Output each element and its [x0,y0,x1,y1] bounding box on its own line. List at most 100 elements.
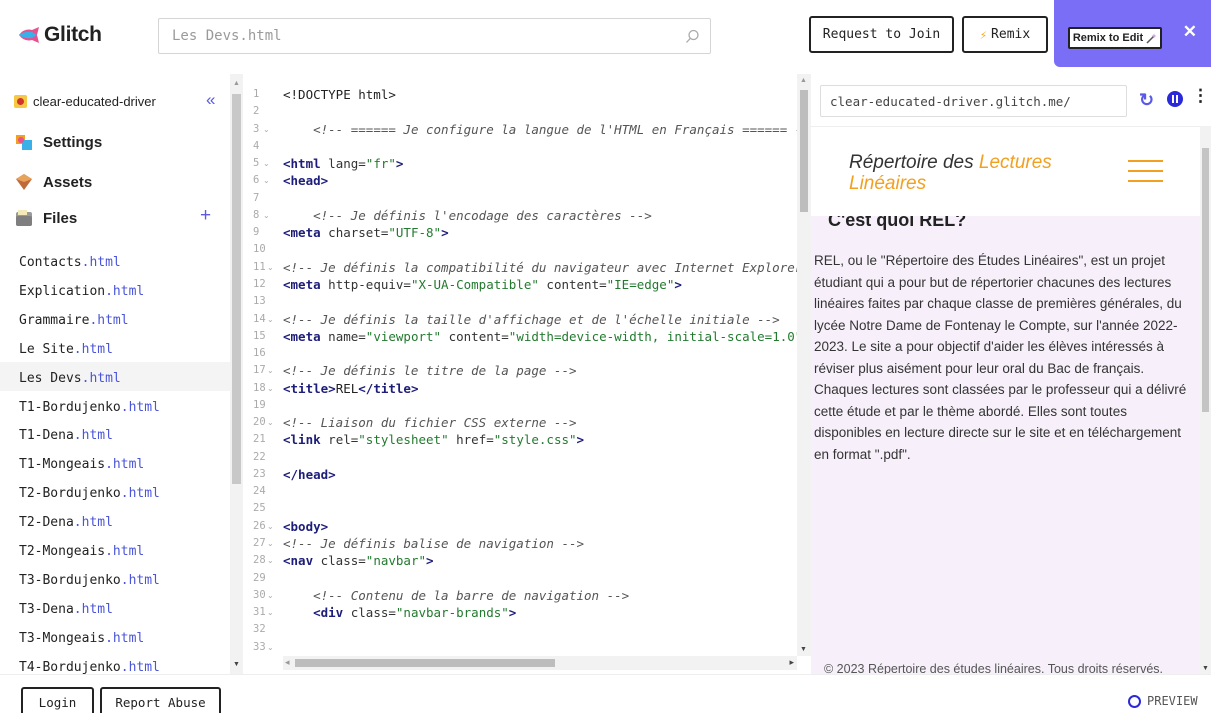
scroll-down-icon[interactable]: ▼ [800,646,807,653]
file-item[interactable]: Le Site.html [19,335,113,364]
request-to-join-button[interactable]: Request to Join [809,16,954,53]
code-text: <!-- Je définis balise de navigation --> [283,535,584,552]
editor-scroll-thumb[interactable] [800,90,808,212]
file-item[interactable]: T2-Dena.html [19,508,113,537]
file-name: Le Site [19,341,74,357]
scroll-right-icon[interactable]: ▸ [789,657,794,668]
preview-url-field[interactable]: clear-educated-driver.glitch.me/ [820,85,1127,117]
fold-toggle-icon[interactable]: ⌄ [267,535,274,552]
login-button[interactable]: Login [21,687,94,713]
scroll-up-icon[interactable]: ▲ [800,77,807,84]
preview-scroll-thumb[interactable] [1202,148,1209,412]
sidebar-scroll-thumb[interactable] [232,94,241,484]
refresh-icon[interactable]: ↻ [1139,90,1154,111]
assets-label: Assets [43,173,93,191]
add-file-icon[interactable]: + [200,205,211,227]
preview-toggle[interactable]: PREVIEW [1128,694,1198,708]
file-item[interactable]: T3-Bordujenko.html [19,566,160,595]
file-name: T1-Mongeais [19,457,106,473]
code-token: <!-- Je définis balise de navigation --> [283,536,585,552]
line-number: 13 [253,295,266,308]
file-item[interactable]: Explication.html [19,277,144,306]
fold-toggle-icon[interactable]: ⌄ [267,518,274,535]
pause-icon[interactable] [1167,91,1183,107]
files-icon [16,210,32,226]
code-text: </head> [283,466,336,483]
scroll-left-icon[interactable]: ◂ [285,657,290,668]
remix-to-edit-button[interactable]: Remix to Edit [1068,27,1162,49]
code-token: charset= [320,225,389,241]
file-item[interactable]: T1-Mongeais.html [19,450,144,479]
site-brand[interactable]: Répertoire des Lectures Linéaires [849,152,1089,194]
preview-pane: clear-educated-driver.glitch.me/ ↻ ⋮ C'e… [811,74,1211,674]
collapse-sidebar-icon[interactable]: « [206,90,215,110]
file-item[interactable]: T2-Mongeais.html [19,537,144,566]
code-token: "viewport" [365,328,442,344]
fold-toggle-icon[interactable]: ⌄ [267,311,274,328]
editor-hscroll-thumb[interactable] [295,659,555,667]
sidebar-item-settings[interactable]: Settings [14,132,102,152]
fold-toggle-icon[interactable]: ⌄ [267,380,274,397]
scroll-down-icon[interactable]: ▼ [1202,665,1209,672]
project-name-button[interactable]: clear-educated-driver [14,94,156,109]
hamburger-menu-icon[interactable] [1128,160,1163,190]
fold-toggle-icon[interactable]: ⌄ [267,552,274,569]
file-extension: .html [105,544,145,559]
code-token: > [395,156,404,172]
file-item[interactable]: T2-Bordujenko.html [19,479,160,508]
editor-vertical-scrollbar[interactable]: ▲ ▼ [797,74,811,656]
close-icon[interactable]: ✕ [1183,22,1197,42]
code-token: "navbar" [365,553,427,569]
file-item[interactable]: T3-Mongeais.html [19,624,144,653]
fold-toggle-icon[interactable]: ⌄ [263,155,270,172]
file-name: T4-Bordujenko [19,659,121,674]
line-number: 7 [253,191,260,204]
file-name: Explication [19,283,106,299]
fold-toggle-icon[interactable]: ⌄ [263,172,270,189]
files-label: Files [43,209,78,227]
remix-to-edit-panel: Remix to Edit ✕ [1054,0,1211,67]
fold-toggle-icon[interactable]: ⌄ [263,121,270,138]
search-input[interactable]: Les Devs.html [158,18,711,54]
code-token: > [674,276,682,292]
file-extension: .html [120,399,160,415]
code-text: <title>REL</title> [283,380,418,397]
code-token: <meta [283,276,321,292]
fold-toggle-icon[interactable]: ⌄ [267,587,274,604]
file-item[interactable]: T3-Dena.html [19,595,113,624]
project-avatar-icon [14,95,27,108]
fold-toggle-icon[interactable]: ⌄ [263,207,270,224]
file-item[interactable]: Grammaire.html [19,306,129,335]
fold-toggle-icon[interactable]: ⌄ [267,362,274,379]
sidebar-item-files[interactable]: Files [14,208,77,228]
sidebar-item-assets[interactable]: Assets [14,172,92,192]
code-token: <!-- Je définis la taille d'affichage et… [283,311,780,327]
fold-toggle-icon[interactable]: ⌄ [267,604,274,621]
file-item[interactable]: T1-Dena.html [19,421,113,450]
glitch-logo[interactable]: Glitch [18,23,102,47]
site-brand-text: Répertoire des [849,152,979,173]
file-item[interactable]: T4-Bordujenko.html [19,653,160,674]
scroll-up-icon[interactable]: ▲ [233,80,240,87]
settings-label: Settings [43,133,103,151]
file-item[interactable]: Les Devs.html [19,364,121,393]
code-token: <!-- Contenu de la barre de navigation -… [313,587,630,603]
remix-button[interactable]: ⚡ Remix [962,16,1048,53]
file-extension: .html [73,341,113,357]
fold-toggle-icon[interactable]: ⌄ [267,414,274,431]
file-name: T3-Mongeais [19,630,106,646]
report-abuse-button[interactable]: Report Abuse [100,687,221,713]
site-preview: C'est quoi REL? Répertoire des Lectures … [811,126,1200,674]
fold-toggle-icon[interactable]: ⌄ [267,259,274,276]
more-options-icon[interactable]: ⋮ [1192,86,1209,106]
code-token: <!-- Je définis la compatibilité du navi… [283,259,810,275]
file-item[interactable]: T1-Bordujenko.html [19,393,160,422]
scroll-down-icon[interactable]: ▼ [233,661,240,668]
sidebar-scrollbar[interactable]: ▲ ▼ [230,74,243,674]
file-item[interactable]: Contacts.html [19,248,121,277]
editor-horizontal-scrollbar[interactable]: ◂ ▸ [283,656,797,670]
fold-toggle-icon[interactable]: ⌄ [267,639,274,656]
preview-scrollbar[interactable]: ▼ [1200,126,1211,674]
search-icon[interactable] [685,29,700,44]
code-editor[interactable]: 1 <!DOCTYPE html> 2 3 ⌄ <!-- ====== Je confi… [243,74,810,674]
